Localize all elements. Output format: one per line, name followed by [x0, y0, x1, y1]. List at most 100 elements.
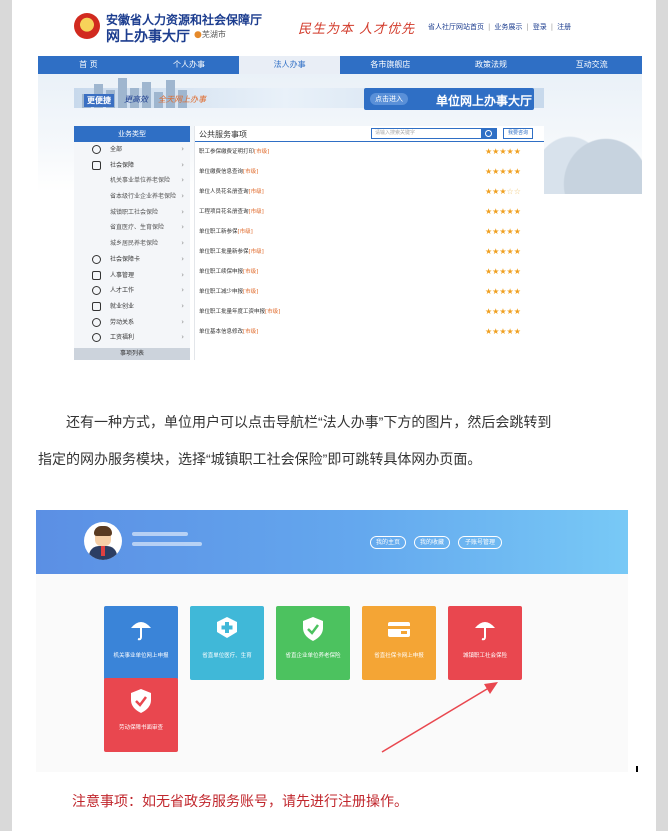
star-filled-icon: ★ [499, 207, 507, 216]
legal-hall-title: 单位网上办事大厅 [436, 94, 533, 108]
star-filled-icon: ★ [513, 327, 521, 336]
list-item-title: 单位职工续保申报 [199, 269, 244, 275]
location-pin-icon: ● [194, 30, 202, 40]
emblem-icon [74, 13, 100, 39]
search-icon[interactable] [481, 128, 497, 139]
card-icon [92, 254, 101, 264]
list-item-tag: [市级] [243, 269, 259, 275]
star-filled-icon: ★ [499, 247, 507, 256]
star-empty-icon: ☆ [506, 187, 514, 196]
ask-button[interactable]: 我要咨询 [503, 128, 533, 139]
sidebar-subitem[interactable]: 省本级行业企业养老保险 › [74, 189, 190, 205]
sidebar-item-label: 城乡居民养老保险 [110, 240, 159, 248]
sidebar-item-label: 工资福利 [110, 334, 135, 342]
sidebar-item-social-security[interactable]: 社会保障 › [74, 158, 190, 174]
chevron-right-icon: › [181, 192, 184, 201]
list-item[interactable]: 单位基本信息修改[市级] ★★★★★ [195, 322, 544, 342]
nav-home[interactable]: 首 页 [38, 56, 139, 74]
sidebar-item-wages[interactable]: 工资福利 › [74, 330, 190, 346]
list-item[interactable]: 工程项目花名册查询[市级] ★★★★★ [195, 202, 544, 222]
list-item[interactable]: 职工参保缴费证明打印[市级] ★★★★★ [195, 142, 544, 162]
star-filled-icon: ★ [513, 147, 521, 156]
nav-policy[interactable]: 政策法规 [441, 56, 542, 74]
list-header: 公共服务事项 请输入搜索关键字 我要咨询 [195, 126, 544, 142]
star-filled-icon: ★ [499, 187, 507, 196]
notice-text: 注意事项：如无省政务服务账号，请先进行注册操作。 [72, 793, 408, 809]
chevron-right-icon: › [181, 207, 184, 216]
star-filled-icon: ★ [506, 147, 514, 156]
list-item-title: 工程项目花名册查询 [199, 209, 249, 215]
sidebar-subitem[interactable]: 城镇职工社会保险 › [74, 205, 190, 221]
sidebar-subitem[interactable]: 城乡居民养老保险 › [74, 236, 190, 252]
sidebar-item-label: 省直医疗、生育保险 [110, 224, 165, 232]
star-filled-icon: ★ [506, 287, 514, 296]
nav-interaction[interactable]: 互动交流 [541, 56, 642, 74]
enter-legal-hall-banner[interactable]: 点击进入 单位网上办事大厅 [364, 88, 534, 110]
list-item-tag: [市级] [243, 289, 259, 295]
sidebar-item-label: 城镇职工社会保险 [110, 208, 159, 216]
list-item[interactable]: 单位人员花名册查询[市级] ★★★☆☆ [195, 182, 544, 202]
sidebar-subitem[interactable]: 省直医疗、生育保险 › [74, 220, 190, 236]
rating-stars: ★★★★★ [485, 162, 521, 182]
star-filled-icon: ★ [499, 307, 507, 316]
banner-tag-convenient: 更便捷 [84, 94, 114, 107]
portal-header: 安徽省人力资源和社会保障厅 网上办事大厅 ●芜湖市 民生为本 人才优先 省人社厅… [38, 0, 642, 56]
list-item-title: 职工参保缴费证明打印 [199, 149, 255, 155]
star-filled-icon: ★ [513, 167, 521, 176]
banner-slogan: 全天网上办事 [158, 95, 206, 104]
list-title: 公共服务事项 [199, 130, 247, 139]
star-filled-icon: ★ [499, 167, 507, 176]
link-separator: | [488, 23, 491, 31]
list-item[interactable]: 单位职工新参保[市级] ★★★★★ [195, 222, 544, 242]
nav-personal[interactable]: 个人办事 [139, 56, 240, 74]
list-item[interactable]: 单位职工减少申报[市级] ★★★★★ [195, 282, 544, 302]
text-cursor [636, 766, 638, 772]
sidebar-item-label: 全部 [110, 146, 123, 153]
sidebar-more[interactable]: 事项列表 [74, 348, 190, 360]
list-item-title: 单位职工批量新参保 [199, 249, 249, 255]
star-filled-icon: ★ [506, 207, 514, 216]
link-login[interactable]: 登录 [533, 23, 547, 31]
link-register[interactable]: 注册 [557, 23, 571, 31]
sidebar-item-label: 人才工作 [110, 287, 135, 295]
link-business[interactable]: 业务展示 [494, 23, 522, 31]
sidebar-item-personnel[interactable]: 人事管理 › [74, 268, 190, 284]
nav-legal[interactable]: 法人办事 [239, 56, 341, 74]
sidebar-item-employment[interactable]: 就业创业 › [74, 299, 190, 315]
nav-city-stores[interactable]: 各市旗舰店 [340, 56, 441, 74]
rating-stars: ★★★★★ [485, 142, 521, 162]
list-item[interactable]: 单位缴费信息查询[市级] ★★★★★ [195, 162, 544, 182]
list-item[interactable]: 单位职工续保申报[市级] ★★★★★ [195, 262, 544, 282]
article-paragraph: 还有一种方式，单位用户可以点击导航栏“法人办事”下方的图片，然后会跳转到 指定的… [38, 404, 642, 478]
city-selector[interactable]: ●芜湖市 [194, 29, 226, 40]
list-item[interactable]: 单位职工批量新参保[市级] ★★★★★ [195, 242, 544, 262]
star-filled-icon: ★ [499, 287, 507, 296]
list-item[interactable]: 单位职工批量年度工资申报[市级] ★★★★★ [195, 302, 544, 322]
chevron-right-icon: › [181, 270, 184, 279]
chevron-right-icon: › [181, 145, 184, 153]
link-home-site[interactable]: 省人社厅网站首页 [428, 23, 484, 31]
shield-icon [92, 160, 101, 170]
list-item-title: 单位人员花名册查询 [199, 189, 249, 195]
sidebar-item-label: 省本级行业企业养老保险 [110, 193, 177, 201]
sidebar-item-all[interactable]: 全部 › [74, 142, 190, 158]
sidebar-item-label: 社会保障 [110, 161, 135, 169]
sidebar-item-talent[interactable]: 人才工作 › [74, 283, 190, 299]
chevron-right-icon: › [181, 317, 184, 326]
sidebar-item-label: 机关事业单位养老保险 [110, 177, 171, 185]
coin-icon [92, 333, 101, 343]
grid-icon [92, 145, 101, 154]
star-filled-icon: ★ [506, 307, 514, 316]
sidebar-item-ss-card[interactable]: 社会保障卡 › [74, 252, 190, 268]
sidebar-subitem[interactable]: 机关事业单位养老保险 › [74, 173, 190, 189]
sidebar-item-label: 就业创业 [110, 302, 135, 310]
sidebar-item-labor[interactable]: 劳动关系 › [74, 315, 190, 331]
service-list: 公共服务事项 请输入搜索关键字 我要咨询 职工参保缴费证明打印[市级] ★★★★★… [194, 126, 544, 360]
banner-tag-efficient: 更高效 [124, 95, 148, 104]
rating-stars: ★★★☆☆ [485, 182, 521, 202]
star-filled-icon: ★ [513, 207, 521, 216]
chevron-right-icon: › [181, 160, 184, 169]
star-filled-icon: ★ [499, 327, 507, 336]
rating-stars: ★★★★★ [485, 262, 521, 282]
search-input[interactable]: 请输入搜索关键字 [371, 128, 483, 139]
